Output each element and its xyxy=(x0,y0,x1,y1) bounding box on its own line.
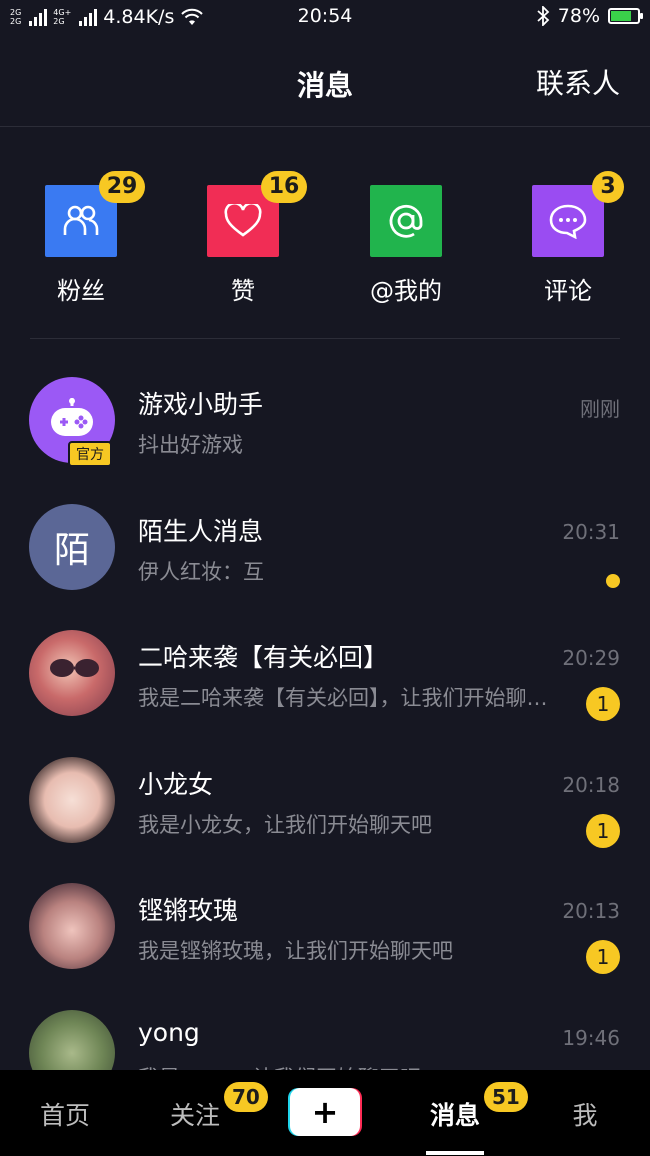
sunglasses-icon xyxy=(50,659,99,677)
mentions-action[interactable]: @我的 xyxy=(346,180,466,306)
unread-badge: 1 xyxy=(586,940,620,974)
plus-icon: + xyxy=(290,1088,360,1136)
conversation-time: 刚刚 xyxy=(580,397,620,421)
heart-icon xyxy=(224,204,262,237)
conversation-row-yong[interactable]: yong 我是yong，让我们开始聊天吧 19:46 xyxy=(0,978,650,1071)
avatar xyxy=(29,1009,115,1070)
create-button[interactable]: + xyxy=(288,1088,362,1136)
conversation-name: 小龙女 xyxy=(138,769,214,799)
avatar: 陌 xyxy=(29,503,115,590)
nav-home[interactable]: 首页 xyxy=(15,1096,115,1132)
comments-action[interactable]: 3 评论 xyxy=(508,171,628,306)
battery-fill xyxy=(611,11,632,21)
section-divider xyxy=(30,338,620,339)
conversation-time: 20:18 xyxy=(562,772,620,797)
gamepad-icon xyxy=(51,398,93,436)
conversation-preview: 我是yong，让我们开始聊天吧 xyxy=(138,1062,421,1071)
conversation-name: yong xyxy=(138,1017,200,1047)
battery-percent: 78% xyxy=(557,5,600,27)
conversation-list: 官方 游戏小助手 抖出好游戏 刚刚 陌 陌生人消息 伊人红妆：互 20:31 二… xyxy=(0,345,650,1070)
mentions-label: @我的 xyxy=(370,277,442,305)
unread-dot xyxy=(606,573,620,588)
unread-badge: 1 xyxy=(586,813,620,848)
fans-action[interactable]: 29 粉丝 xyxy=(21,171,145,306)
avatar-text: 陌 xyxy=(53,529,90,571)
comments-label: 评论 xyxy=(544,277,592,305)
conversation-row-game-helper[interactable]: 官方 游戏小助手 抖出好游戏 刚刚 xyxy=(0,345,650,472)
contacts-button[interactable]: 联系人 xyxy=(536,62,620,102)
conversation-row-strangers[interactable]: 陌 陌生人消息 伊人红妆：互 20:31 xyxy=(0,472,650,599)
likes-label: 赞 xyxy=(231,277,255,305)
conversation-preview: 我是二哈来袭【有关必回】，让我们开始聊天吧 xyxy=(138,686,558,710)
avatar xyxy=(29,883,115,969)
conversation-time: 19:46 xyxy=(562,1025,620,1050)
conversation-time: 20:31 xyxy=(562,519,620,544)
active-tab-indicator xyxy=(426,1151,484,1155)
unread-badge: 1 xyxy=(586,687,620,721)
avatar xyxy=(29,756,115,843)
follow-badge: 70 xyxy=(224,1082,268,1112)
messages-badge: 51 xyxy=(484,1082,528,1112)
fans-badge: 29 xyxy=(99,171,145,203)
fans-icon xyxy=(63,205,99,235)
page-header: 消息 联系人 xyxy=(0,36,650,127)
bluetooth-icon xyxy=(537,6,550,26)
status-right: 78% xyxy=(536,5,643,27)
likes-action[interactable]: 16 赞 xyxy=(183,171,307,306)
conversation-name: 陌生人消息 xyxy=(138,516,264,546)
at-icon xyxy=(389,204,423,238)
conversation-preview: 抖出好游戏 xyxy=(138,433,243,457)
comments-tile[interactable]: 3 xyxy=(532,171,624,257)
comments-badge: 3 xyxy=(592,171,624,203)
conversation-preview: 我是小龙女，让我们开始聊天吧 xyxy=(138,812,432,837)
comment-icon xyxy=(549,204,587,239)
conversation-row-erha[interactable]: 二哈来袭【有关必回】 我是二哈来袭【有关必回】，让我们开始聊天吧 20:29 1 xyxy=(0,598,650,725)
conversation-time: 20:29 xyxy=(562,646,620,670)
mentions-tile[interactable] xyxy=(370,185,442,257)
likes-tile[interactable]: 16 xyxy=(207,171,307,257)
nav-me[interactable]: 我 xyxy=(535,1096,635,1132)
fans-tile[interactable]: 29 xyxy=(45,171,145,257)
conversation-name: 二哈来袭【有关必回】 xyxy=(138,643,389,672)
status-bar: 2G 2G 4G+ 2G 4.84K/s 20:54 78% xyxy=(0,0,650,36)
conversation-row-xiaolongnv[interactable]: 小龙女 我是小龙女，让我们开始聊天吧 20:18 1 xyxy=(0,725,650,852)
likes-badge: 16 xyxy=(261,171,307,203)
bottom-nav: 首页 关注 70 + 消息 51 我 xyxy=(0,1070,650,1156)
battery-icon xyxy=(608,8,643,24)
quick-actions: 29 粉丝 16 赞 @我的 3 评论 xyxy=(0,171,650,310)
conversation-preview: 伊人红妆：互 xyxy=(138,559,264,584)
conversation-name: 铿锵玫瑰 xyxy=(138,896,239,925)
conversation-row-qiangqiang[interactable]: 铿锵玫瑰 我是铿锵玫瑰，让我们开始聊天吧 20:13 1 xyxy=(0,851,650,978)
fans-label: 粉丝 xyxy=(57,277,105,305)
conversation-time: 20:13 xyxy=(562,899,620,923)
official-tag: 官方 xyxy=(68,441,112,467)
conversation-name: 游戏小助手 xyxy=(138,390,264,419)
avatar xyxy=(29,630,115,716)
conversation-preview: 我是铿锵玫瑰，让我们开始聊天吧 xyxy=(138,939,453,963)
